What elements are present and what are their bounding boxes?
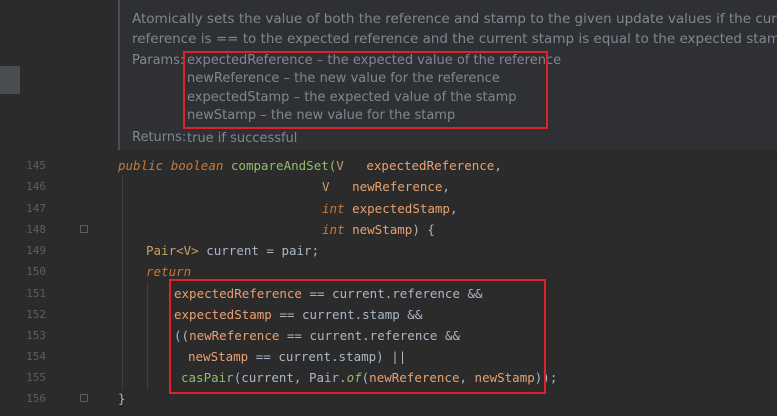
punctuation: , (494, 158, 502, 173)
editor-gutter (0, 0, 98, 416)
keyword: int (322, 222, 345, 237)
code-text: } (118, 391, 126, 406)
line-number: 156 (26, 392, 46, 405)
type-param: V (336, 158, 344, 173)
type-name: Pair (146, 243, 177, 258)
method-name: compareAndSet( (230, 158, 337, 173)
parameter: expectedReference (366, 158, 495, 173)
line-number: 153 (26, 329, 46, 342)
line-number: 149 (26, 244, 46, 257)
line-number: 150 (26, 265, 46, 278)
return-expression-highlight-box (169, 279, 546, 394)
line-number: 148 (26, 223, 46, 236)
fold-marker-icon[interactable] (80, 394, 88, 402)
keyword: int (322, 201, 345, 216)
scrollbar-marker[interactable] (0, 66, 20, 94)
code-line-146[interactable]: V newReference, (322, 179, 450, 194)
fold-marker-icon[interactable] (80, 225, 88, 233)
params-highlight-box (183, 51, 548, 129)
line-number: 154 (26, 350, 46, 363)
parameter: newReference (352, 179, 443, 194)
punctuation: , (442, 179, 450, 194)
line-number: 155 (26, 371, 46, 384)
returns-value: true if successful (187, 131, 298, 146)
indent-guide (147, 282, 148, 390)
code-line-149[interactable]: Pair<V> current = pair; (146, 243, 319, 258)
generic-type: <V> (176, 243, 199, 258)
params-label: Params: (132, 53, 185, 68)
code-line-145[interactable]: public boolean compareAndSet(V expectedR… (118, 158, 502, 173)
code-line-150[interactable]: return (146, 264, 191, 279)
javadoc-bar (118, 0, 120, 150)
line-number: 147 (26, 202, 46, 215)
code-line-156[interactable]: } (118, 391, 126, 406)
code-line-148[interactable]: int newStamp) { (322, 222, 435, 237)
line-number: 146 (26, 180, 46, 193)
keyword: public (118, 158, 164, 173)
line-number: 145 (26, 159, 46, 172)
returns-label: Returns: (132, 130, 187, 145)
line-number: 152 (26, 308, 46, 321)
code-text: current = pair; (198, 243, 320, 258)
type-param: V (322, 179, 330, 194)
indent-guide (122, 175, 123, 390)
parameter: expectedStamp (352, 201, 450, 216)
code-line-147[interactable]: int expectedStamp, (322, 201, 457, 216)
javadoc-line-2: reference is == to the expected referenc… (132, 31, 777, 47)
punctuation: , (449, 201, 458, 216)
keyword: boolean (170, 158, 224, 173)
javadoc-line-1: Atomically sets the value of both the re… (132, 11, 777, 27)
keyword: return (146, 264, 192, 279)
parameter: newStamp (352, 222, 413, 237)
line-number: 151 (26, 287, 46, 300)
punctuation: ) { (412, 222, 435, 237)
